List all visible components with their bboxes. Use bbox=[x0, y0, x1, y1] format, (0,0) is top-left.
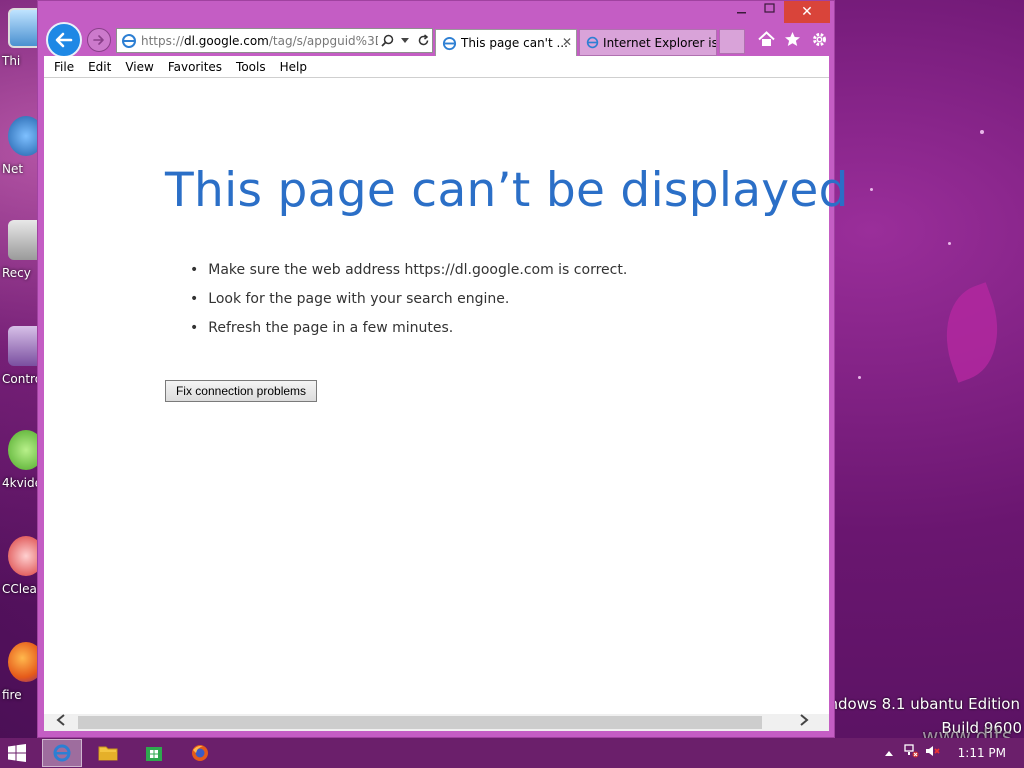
taskbar-store[interactable] bbox=[134, 739, 174, 767]
error-suggestions: Make sure the web address https://dl.goo… bbox=[190, 259, 627, 346]
scroll-left-button[interactable] bbox=[56, 714, 74, 731]
tab-internet-explorer[interactable]: Internet Explorer is ... bbox=[579, 29, 717, 56]
menu-tools[interactable]: Tools bbox=[229, 58, 273, 76]
menu-favorites[interactable]: Favorites bbox=[161, 58, 229, 76]
volume-button[interactable] bbox=[922, 744, 944, 762]
ie-page-icon bbox=[442, 36, 457, 50]
star-icon bbox=[785, 31, 801, 46]
fix-connection-problems-button[interactable]: Fix connection problems bbox=[165, 380, 317, 402]
suggestion-item: Look for the page with your search engin… bbox=[190, 288, 627, 317]
close-window-button[interactable]: ✕ bbox=[784, 1, 830, 23]
taskbar-file-explorer[interactable] bbox=[88, 739, 128, 767]
chevron-down-icon bbox=[401, 37, 409, 43]
menu-file[interactable]: File bbox=[47, 58, 81, 76]
ie-page-icon bbox=[119, 31, 139, 51]
desktop-icon-label: fire bbox=[2, 688, 22, 702]
wallpaper-sparkle bbox=[870, 188, 873, 191]
taskbar-internet-explorer[interactable] bbox=[42, 739, 82, 767]
home-button[interactable] bbox=[758, 30, 775, 52]
wallpaper-sparkle bbox=[948, 242, 951, 245]
store-icon bbox=[146, 747, 162, 761]
menu-bar: File Edit View Favorites Tools Help bbox=[44, 56, 829, 78]
chevron-up-icon bbox=[884, 751, 893, 756]
search-button[interactable] bbox=[378, 29, 396, 52]
maximize-button[interactable] bbox=[756, 1, 784, 21]
system-tray: 1:11 PM bbox=[878, 738, 1024, 768]
url-host: dl.google.com bbox=[184, 33, 269, 48]
desktop-icon-recycle-bin[interactable]: Recy bbox=[0, 220, 44, 302]
arrow-left-icon bbox=[55, 32, 73, 48]
desktop-icon-label: Thi bbox=[2, 54, 21, 68]
search-icon bbox=[380, 34, 393, 47]
menu-edit[interactable]: Edit bbox=[81, 58, 118, 76]
desktop-icon-firefox[interactable]: fire bbox=[0, 642, 44, 724]
internet-explorer-window: ✕ https://dl.google.com/tag/s/appguid%3D… bbox=[37, 0, 848, 738]
forward-button[interactable] bbox=[87, 28, 111, 52]
desktop-icon-label: Net bbox=[2, 162, 24, 176]
tools-button[interactable] bbox=[811, 31, 828, 52]
windows-logo-icon bbox=[8, 744, 26, 762]
refresh-icon bbox=[418, 34, 428, 46]
network-status-button[interactable] bbox=[900, 744, 922, 762]
gear-icon bbox=[813, 32, 827, 46]
scrollbar-thumb[interactable] bbox=[78, 716, 762, 729]
command-icons bbox=[753, 29, 833, 53]
ie-page-icon bbox=[586, 36, 599, 49]
suggestion-item: Make sure the web address https://dl.goo… bbox=[190, 259, 627, 288]
desktop-icon-4kvideo[interactable]: 4kvide bbox=[0, 430, 44, 512]
minimize-button[interactable] bbox=[728, 1, 756, 21]
desktop-icon-ccleaner[interactable]: CClea bbox=[0, 536, 44, 618]
arrow-right-icon bbox=[93, 35, 104, 45]
firefox-icon bbox=[192, 745, 208, 761]
home-icon bbox=[758, 30, 775, 46]
windows-edition-watermark: Windows 8.1 ubantu Edition bbox=[809, 695, 1020, 713]
desktop-icon-label: Recy bbox=[2, 266, 31, 280]
maximize-icon bbox=[764, 3, 775, 13]
address-url[interactable]: https://dl.google.com/tag/s/appguid%3D%7 bbox=[139, 34, 378, 48]
internet-explorer-icon bbox=[53, 744, 71, 762]
close-tab-button[interactable]: ✕ bbox=[562, 35, 572, 49]
show-hidden-icons-button[interactable] bbox=[878, 744, 900, 762]
close-icon: ✕ bbox=[801, 4, 813, 20]
page-content: This page can’t be displayed Make sure t… bbox=[44, 78, 848, 714]
window-controls: ✕ bbox=[728, 1, 830, 23]
tab-label: This page can't ... bbox=[461, 36, 568, 50]
tab-label: Internet Explorer is ... bbox=[603, 35, 716, 50]
address-dropdown-button[interactable] bbox=[396, 29, 414, 52]
menu-view[interactable]: View bbox=[118, 58, 160, 76]
desktop-icon-label: CClea bbox=[2, 582, 37, 596]
horizontal-scrollbar[interactable] bbox=[44, 714, 829, 731]
network-icon bbox=[903, 744, 919, 758]
menu-help[interactable]: Help bbox=[273, 58, 314, 76]
start-button[interactable] bbox=[8, 744, 28, 762]
error-title: This page can’t be displayed bbox=[165, 163, 849, 218]
favorites-button[interactable] bbox=[784, 31, 801, 52]
taskbar-clock[interactable]: 1:11 PM bbox=[958, 746, 1006, 760]
volume-muted-icon bbox=[925, 746, 940, 756]
wallpaper-sparkle bbox=[980, 130, 984, 134]
tab-page-cant-be-displayed[interactable]: This page can't ... ✕ bbox=[435, 29, 577, 56]
address-bar[interactable]: https://dl.google.com/tag/s/appguid%3D%7 bbox=[116, 28, 433, 53]
url-path: /tag/s/appguid%3D%7 bbox=[268, 33, 378, 48]
folder-icon bbox=[98, 746, 118, 761]
minimize-icon bbox=[737, 12, 746, 14]
desktop-icon-network[interactable]: Net bbox=[0, 116, 44, 198]
new-tab-button[interactable] bbox=[719, 29, 745, 54]
scroll-right-button[interactable] bbox=[799, 714, 817, 731]
chevron-left-icon bbox=[56, 714, 65, 726]
refresh-button[interactable] bbox=[414, 29, 432, 52]
taskbar-firefox[interactable] bbox=[180, 739, 220, 767]
taskbar: 1:11 PM bbox=[0, 738, 1024, 768]
desktop-icon-this-pc[interactable]: Thi bbox=[0, 8, 44, 90]
url-scheme: https:// bbox=[141, 33, 185, 48]
chevron-right-icon bbox=[800, 714, 809, 726]
back-button[interactable] bbox=[46, 22, 82, 58]
desktop-icon-control-panel[interactable]: Contro bbox=[0, 326, 44, 408]
suggestion-item: Refresh the page in a few minutes. bbox=[190, 317, 627, 346]
wallpaper-sparkle bbox=[858, 376, 861, 379]
